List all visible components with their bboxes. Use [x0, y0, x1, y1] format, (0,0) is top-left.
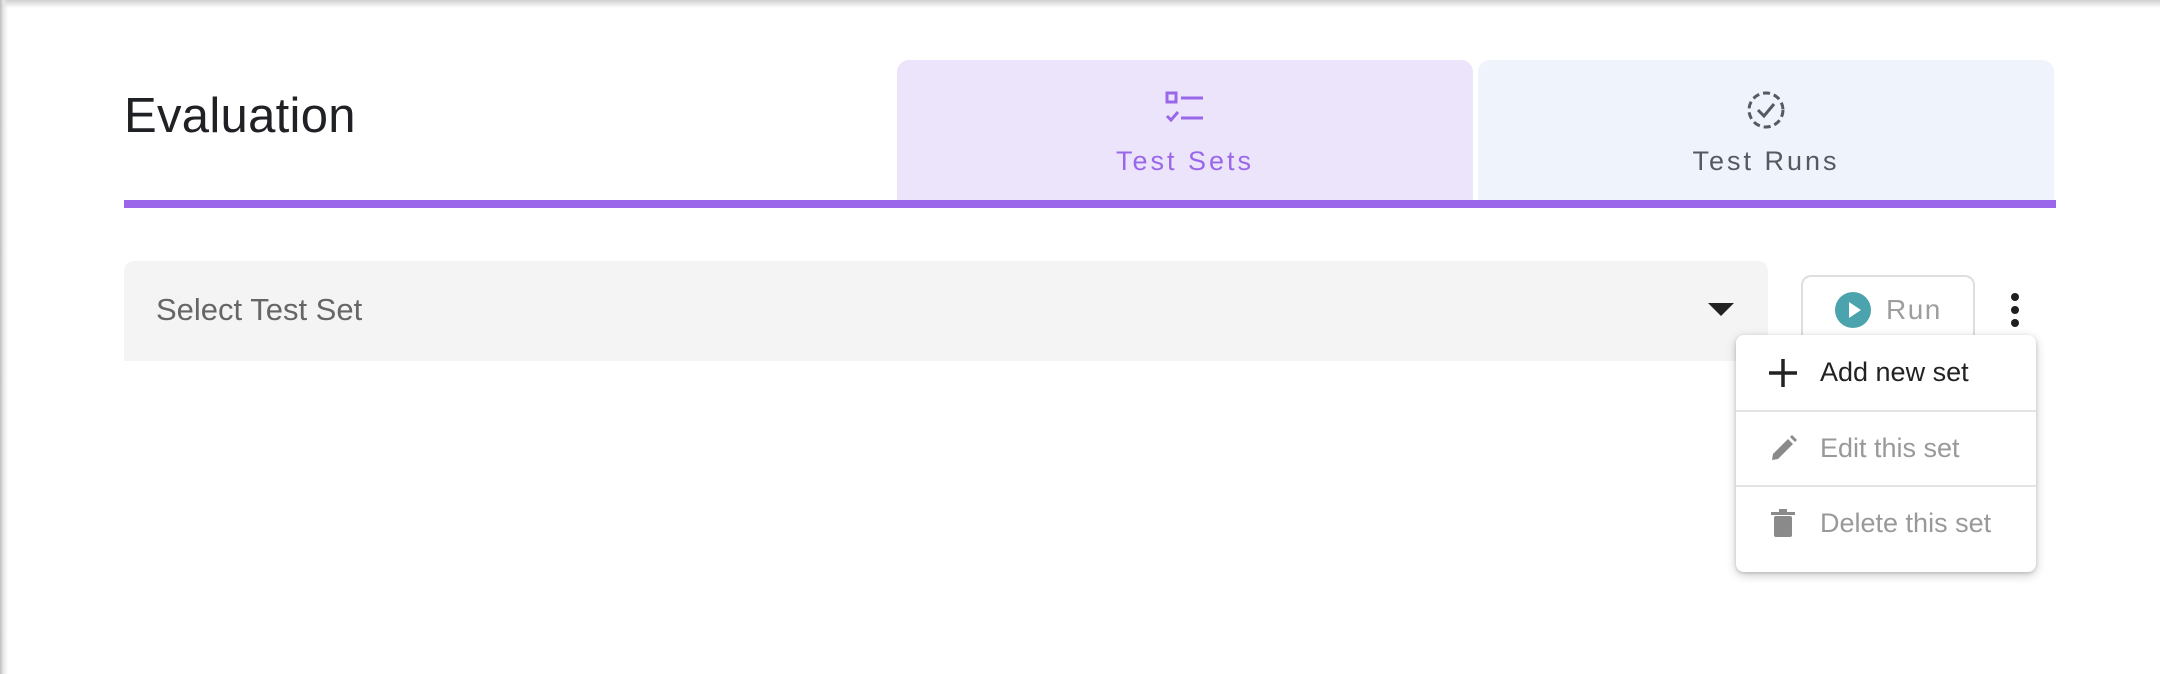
select-placeholder: Select Test Set [156, 292, 363, 327]
plus-icon [1769, 358, 1797, 387]
menu-item-label: Delete this set [1820, 508, 1992, 538]
pencil-icon [1772, 434, 1797, 460]
menu-item-label: Add new set [1820, 357, 1969, 387]
menu-item-add-new-set[interactable]: Add new set [1736, 335, 2036, 410]
test-set-select[interactable]: Select Test Set [124, 261, 1768, 361]
top-shadow [0, 0, 2160, 8]
page-title: Evaluation [124, 89, 356, 143]
evaluation-page: Evaluation Test Sets Test Runs Select Te… [0, 0, 2160, 674]
tab-bar: Test Sets Test Runs [897, 60, 2054, 200]
menu-item-edit-this-set[interactable]: Edit this set [1736, 410, 2036, 485]
tab-indicator [124, 200, 2056, 208]
more-vert-icon[interactable] [2000, 285, 2030, 335]
more-actions-menu: Add new set Edit this set Delete this se… [1736, 335, 2036, 572]
play-circle-icon [1835, 292, 1871, 328]
dashed-circle-check-icon [1747, 91, 1785, 129]
dropdown-arrow-icon [1708, 303, 1734, 316]
kebab-dot [2011, 293, 2019, 301]
tab-test-runs-label: Test Runs [1692, 146, 1840, 176]
kebab-dot [2011, 306, 2019, 314]
tab-test-sets[interactable]: Test Sets [897, 60, 1473, 200]
menu-item-label: Edit this set [1820, 433, 1960, 463]
checklist-icon [1165, 91, 1203, 123]
tab-test-runs[interactable]: Test Runs [1478, 60, 2054, 200]
tab-test-sets-label: Test Sets [1115, 146, 1255, 176]
menu-item-delete-this-set[interactable]: Delete this set [1736, 485, 2036, 560]
left-shadow [0, 0, 8, 674]
trash-icon [1771, 508, 1795, 537]
run-button-label: Run [1886, 294, 1942, 325]
kebab-dot [2011, 319, 2019, 327]
